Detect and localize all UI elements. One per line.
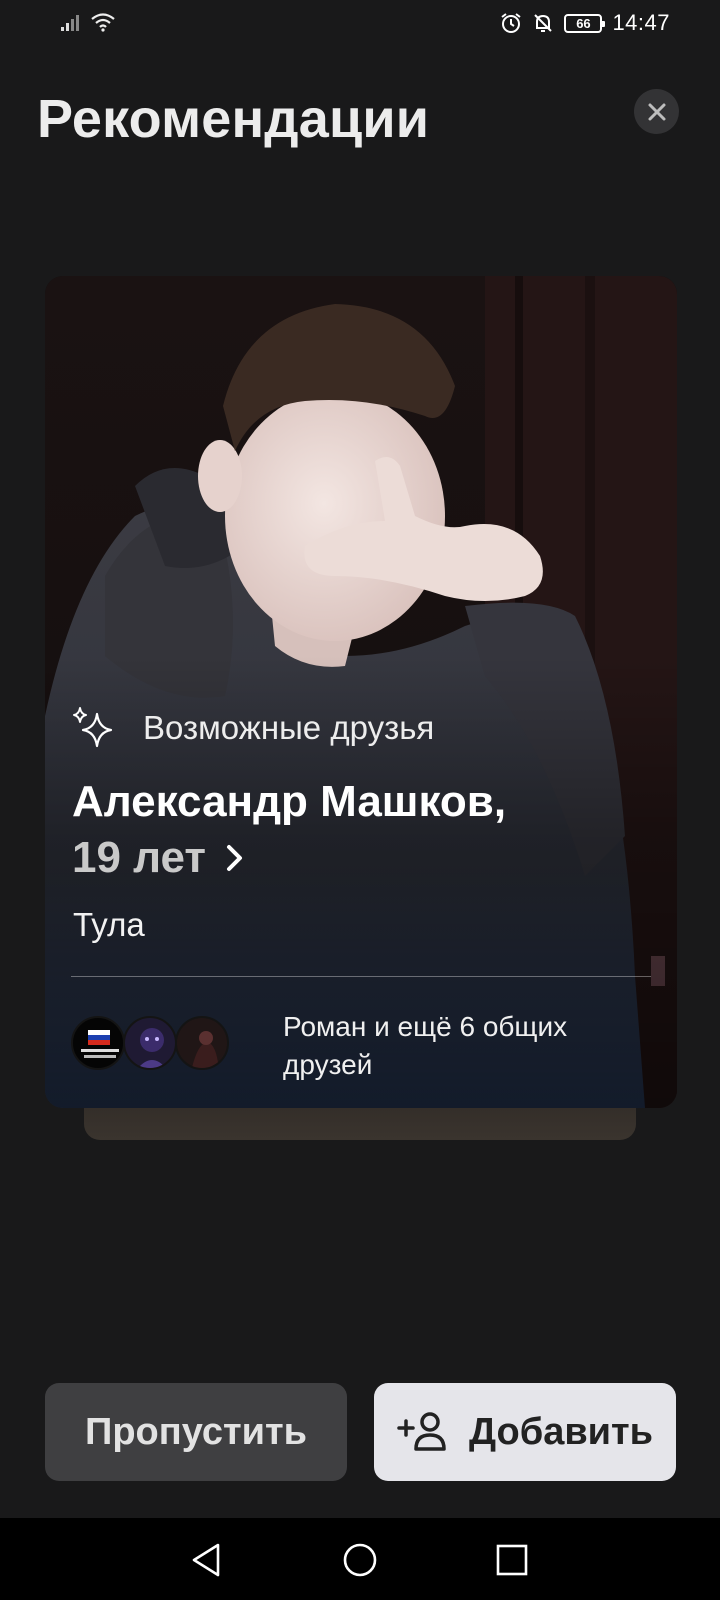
profile-name: Александр Машков, bbox=[72, 777, 507, 826]
recommendation-card[interactable]: Возможные друзья Александр Машков, 19 ле… bbox=[45, 276, 677, 1108]
nav-home-button[interactable] bbox=[338, 1538, 382, 1582]
mutual-avatars bbox=[71, 1016, 246, 1072]
sparkles-icon bbox=[73, 707, 113, 748]
system-nav-bar bbox=[0, 1518, 720, 1600]
age-row: 19 лет bbox=[72, 830, 652, 886]
close-icon bbox=[648, 103, 665, 120]
alarm-icon bbox=[501, 13, 522, 33]
nav-recents-button[interactable] bbox=[490, 1538, 534, 1582]
skip-label: Пропустить bbox=[85, 1410, 307, 1453]
profile-city: Тула bbox=[73, 906, 145, 943]
home-icon bbox=[343, 1543, 377, 1577]
skip-button[interactable]: Пропустить bbox=[45, 1383, 347, 1481]
status-right: 66 14:47 bbox=[500, 10, 670, 36]
mute-icon bbox=[534, 14, 553, 32]
mutual-friends[interactable]: Роман и ещё 6 общих друзей bbox=[71, 1004, 661, 1084]
profile-age: 19 лет bbox=[72, 833, 206, 882]
add-label: Добавить bbox=[468, 1410, 654, 1453]
mutual-avatar bbox=[175, 1016, 229, 1070]
profile-name-block[interactable]: Александр Машков, 19 лет bbox=[72, 774, 652, 886]
chevron-right-icon bbox=[226, 845, 242, 871]
status-bar: 66 14:47 bbox=[0, 0, 720, 50]
battery-icon: 66 bbox=[564, 13, 606, 33]
close-button[interactable] bbox=[634, 89, 679, 134]
mutual-avatar bbox=[123, 1016, 177, 1070]
recents-icon bbox=[496, 1544, 528, 1576]
recommendation-label: Возможные друзья bbox=[143, 709, 435, 746]
signal-icon bbox=[61, 15, 79, 31]
nav-back-button[interactable] bbox=[184, 1538, 228, 1582]
back-icon bbox=[192, 1543, 220, 1577]
status-left bbox=[60, 12, 116, 32]
wifi-icon bbox=[91, 13, 115, 32]
mutual-friends-text: Роман и ещё 6 общих друзей bbox=[283, 1011, 568, 1080]
page-title: Рекомендации bbox=[37, 89, 430, 149]
card-divider bbox=[71, 976, 651, 977]
mutual-avatar bbox=[71, 1016, 125, 1070]
status-time: 14:47 bbox=[612, 10, 670, 35]
add-user-icon bbox=[397, 1412, 446, 1451]
recommendation-reason: Возможные друзья bbox=[71, 706, 434, 750]
add-friend-button[interactable]: Добавить bbox=[374, 1383, 676, 1481]
